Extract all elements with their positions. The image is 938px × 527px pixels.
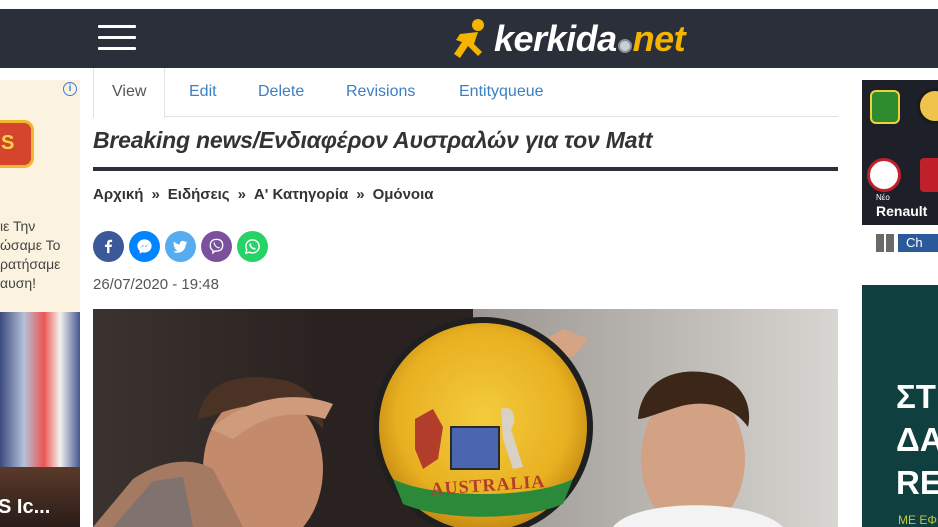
runner-logo-icon xyxy=(454,19,484,58)
admin-tabs: View Edit Delete Revisions Entityqueue xyxy=(93,68,838,118)
messenger-icon[interactable] xyxy=(129,231,160,262)
facebook-icon[interactable] xyxy=(93,231,124,262)
tab-delete[interactable]: Delete xyxy=(258,68,304,117)
logo-wordmark: kerkida xyxy=(494,18,617,59)
logo-tld: net xyxy=(632,18,686,59)
ad-text-line: ρατήσαμε xyxy=(0,256,61,272)
club-crest-icon xyxy=(917,88,938,124)
breadcrumb-item-home[interactable]: Αρχική xyxy=(93,186,143,203)
ad-info-icon[interactable]: i xyxy=(63,82,77,96)
club-crest-icon xyxy=(870,90,900,124)
pause-icon[interactable] xyxy=(876,234,884,252)
share-buttons xyxy=(93,231,268,262)
site-logo[interactable]: kerkida net xyxy=(448,15,686,63)
club-crest-icon xyxy=(867,158,901,192)
right-ad-controls: Ch xyxy=(876,234,938,252)
ad-text-line: ιε Την xyxy=(0,218,36,234)
breadcrumb-separator: » xyxy=(356,186,365,203)
ad-image xyxy=(0,312,80,467)
breadcrumb-separator: » xyxy=(151,186,160,203)
club-crest-icon xyxy=(920,158,938,192)
tab-edit[interactable]: Edit xyxy=(189,68,217,117)
breadcrumb-item-news[interactable]: Ειδήσεις xyxy=(168,186,230,203)
ad-caption: S Ic... xyxy=(0,496,51,518)
ad-footer-text: ΜΕ ΕΦ xyxy=(898,513,937,527)
breadcrumb: Αρχική » Ειδήσεις » Α' Κατηγορία » Ομόνοια xyxy=(93,186,433,203)
tab-revisions[interactable]: Revisions xyxy=(346,68,415,117)
breadcrumb-separator: » xyxy=(237,186,246,203)
right-advertisement-top[interactable]: Νέο Renault xyxy=(862,80,938,225)
pause-icon[interactable] xyxy=(886,234,894,252)
breadcrumb-item-category[interactable]: Α' Κατηγορία xyxy=(254,186,348,203)
viber-icon[interactable] xyxy=(201,231,232,262)
ad-brand-small: Νέο xyxy=(876,193,890,202)
ad-headline: ΣΤ ΔΑ RE xyxy=(896,375,938,504)
ad-text-line: ώσαμε Το xyxy=(0,237,61,253)
whatsapp-icon[interactable] xyxy=(237,231,268,262)
ad-text-line: αυση! xyxy=(0,275,37,291)
menu-hamburger-icon[interactable] xyxy=(98,23,136,53)
left-advertisement[interactable]: i S ιε Την ώσαμε Το ρατήσαμε αυση! S Ic.… xyxy=(0,80,80,527)
breadcrumb-item-team[interactable]: Ομόνοια xyxy=(373,186,434,203)
tab-entityqueue[interactable]: Entityqueue xyxy=(459,68,544,117)
ad-text: ιε Την ώσαμε Το ρατήσαμε αυση! xyxy=(0,217,80,293)
site-header: kerkida net xyxy=(0,9,938,68)
ad-brand: Renault xyxy=(876,203,928,219)
article-date: 26/07/2020 - 19:48 xyxy=(93,276,219,293)
top-strip xyxy=(0,0,938,9)
ball-icon xyxy=(617,39,632,53)
tab-view[interactable]: View xyxy=(93,68,166,118)
twitter-icon[interactable] xyxy=(165,231,196,262)
article-hero-image[interactable]: AUSTRALIA xyxy=(93,309,838,527)
ad-headline-line: RE xyxy=(896,464,938,501)
right-advertisement-bottom[interactable]: ΣΤ ΔΑ RE ΜΕ ΕΦ xyxy=(862,285,938,527)
ad-headline-line: ΣΤ xyxy=(896,378,936,415)
page-title: Breaking news/Ενδιαφέρον Αυστραλών για τ… xyxy=(93,127,653,153)
ad-logo: S xyxy=(0,120,34,168)
ad-headline-line: ΔΑ xyxy=(896,421,938,458)
title-divider xyxy=(93,167,838,171)
ad-logo-letter: S xyxy=(1,132,15,154)
ad-cta-button[interactable]: Ch xyxy=(898,234,938,252)
